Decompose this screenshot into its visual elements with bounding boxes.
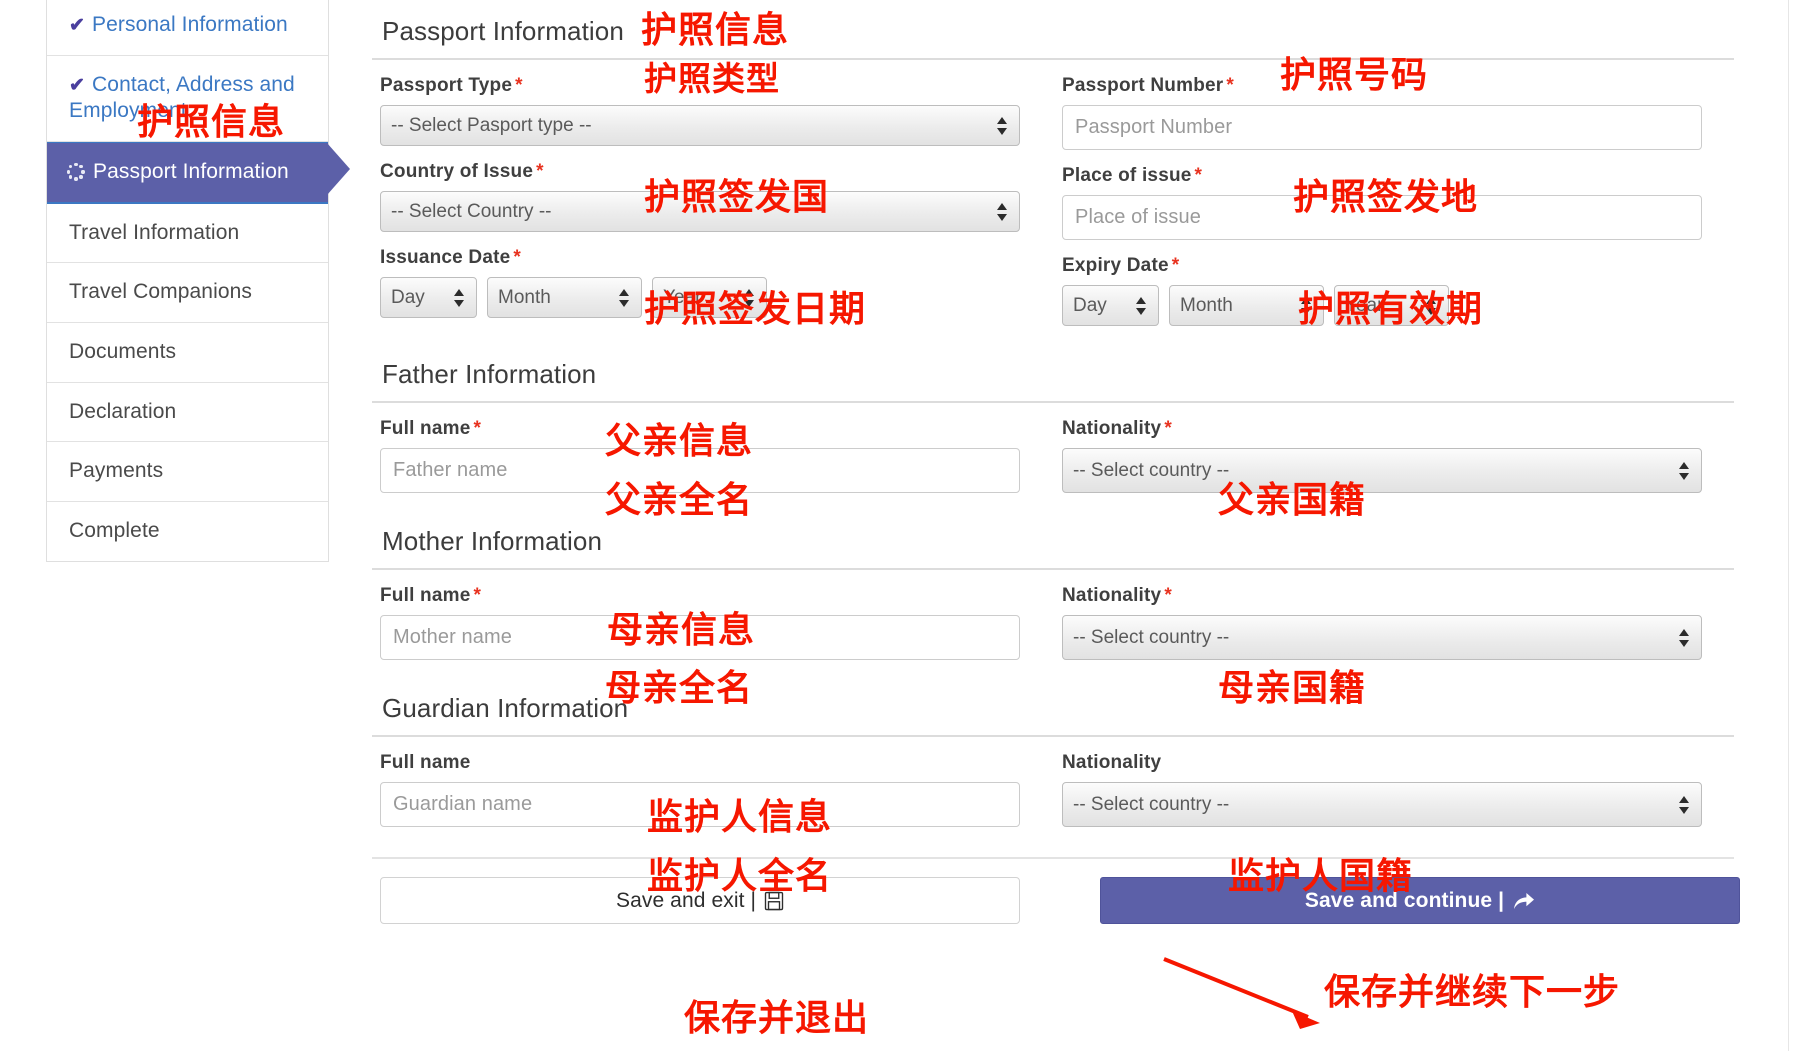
- share-arrow-icon: [1513, 891, 1535, 911]
- annotation-save-continue: 保存并继续下一步: [1324, 975, 1620, 1011]
- guardian-row: Full name Guardian name Nationality -- S…: [380, 737, 1740, 827]
- required-marker: *: [473, 418, 481, 439]
- annotation-expiry-date: 护照有效期: [1298, 292, 1483, 328]
- select-spinner-icon: [1679, 460, 1690, 482]
- wizard-sidebar: ✔Personal Information ✔Contact, Address …: [46, 0, 329, 562]
- placeholder-text: Place of issue: [1075, 206, 1201, 229]
- issuance-month-select[interactable]: Month: [487, 277, 642, 318]
- check-icon: ✔: [69, 75, 85, 96]
- sidebar-item-personal-information[interactable]: ✔ Personal Information: [47, 0, 328, 56]
- placeholder-text: Father name: [393, 459, 508, 482]
- expiry-day-select[interactable]: Day: [1062, 285, 1159, 326]
- select-spinner-icon: [997, 115, 1008, 137]
- check-icon: ✔: [69, 15, 85, 36]
- mother-row: Full name* Mother name Nationality* -- S…: [380, 570, 1740, 660]
- placeholder-text: Guardian name: [393, 793, 532, 816]
- sidebar-item-label: Declaration: [69, 400, 176, 423]
- form-actions: Save and exit | Save and continue |: [380, 859, 1740, 924]
- annotation-guardian-nationality: 监护人国籍: [1228, 859, 1413, 895]
- sidebar-item-travel-companions[interactable]: Travel Companions: [47, 263, 328, 323]
- guardian-nationality-field: Nationality -- Select country --: [1062, 737, 1702, 827]
- annotation-guardian-info: 监护人信息: [647, 800, 832, 836]
- mother-section-title: Mother Information: [380, 510, 1740, 568]
- guardian-section-title: Guardian Information: [380, 677, 1740, 735]
- passport-row-1: Passport Type* -- Select Pasport type --…: [380, 60, 1740, 326]
- father-nationality-label: Nationality*: [1062, 418, 1702, 440]
- annotation-passport-info-sidebar: 护照信息: [137, 105, 285, 141]
- annotation-save-exit: 保存并退出: [684, 1001, 869, 1037]
- annotation-place-of-issue: 护照签发地: [1293, 180, 1478, 216]
- sidebar-item-label: Documents: [69, 340, 176, 363]
- passport-type-value: -- Select Pasport type --: [391, 115, 592, 137]
- annotation-father-nationality: 父亲国籍: [1218, 483, 1366, 519]
- annotation-country-of-issue: 护照签发国: [644, 180, 829, 216]
- father-section-title: Father Information: [380, 343, 1740, 401]
- required-marker: *: [1226, 75, 1234, 96]
- annotation-passport-type: 护照类型: [644, 62, 780, 95]
- select-spinner-icon: [1136, 295, 1147, 317]
- annotation-passport-info: 护照信息: [641, 13, 789, 49]
- loading-spinner-icon: [67, 163, 85, 181]
- annotation-issuance-date: 护照签发日期: [644, 292, 866, 328]
- select-spinner-icon: [454, 287, 465, 309]
- sidebar-item-passport-information[interactable]: Passport Information: [47, 142, 328, 204]
- sidebar-item-payments[interactable]: Payments: [47, 442, 328, 502]
- issuance-day-select[interactable]: Day: [380, 277, 477, 318]
- required-marker: *: [515, 75, 523, 96]
- guardian-nationality-select[interactable]: -- Select country --: [1062, 782, 1702, 827]
- select-spinner-icon: [1679, 794, 1690, 816]
- annotation-father-name: 父亲全名: [605, 483, 753, 519]
- guardian-full-name-label: Full name: [380, 752, 1020, 774]
- passport-type-select[interactable]: -- Select Pasport type --: [380, 105, 1020, 146]
- required-marker: *: [536, 161, 544, 182]
- required-marker: *: [473, 585, 481, 606]
- sidebar-item-label: Complete: [69, 519, 160, 542]
- select-spinner-icon: [619, 287, 630, 309]
- annotation-mother-nationality: 母亲国籍: [1218, 671, 1366, 707]
- mother-nationality-field: Nationality* -- Select country --: [1062, 570, 1702, 660]
- sidebar-item-declaration[interactable]: Declaration: [47, 383, 328, 443]
- required-marker: *: [1195, 165, 1203, 186]
- sidebar-item-label: Passport Information: [93, 160, 289, 183]
- page-right-edge: [1788, 0, 1800, 1051]
- guardian-nationality-label: Nationality: [1062, 752, 1702, 774]
- passport-information-form: Passport Information Passport Type* -- S…: [380, 0, 1740, 924]
- sidebar-item-travel-information[interactable]: Travel Information: [47, 204, 328, 264]
- issuance-date-label: Issuance Date*: [380, 247, 1020, 269]
- sidebar-item-label: Travel Information: [69, 221, 239, 244]
- annotation-mother-info: 母亲信息: [607, 613, 755, 649]
- sidebar-item-label: Personal Information: [92, 13, 288, 36]
- required-marker: *: [1164, 418, 1172, 439]
- sidebar-item-complete[interactable]: Complete: [47, 502, 328, 561]
- active-step-pointer-icon: [327, 143, 350, 195]
- save-and-continue-button[interactable]: Save and continue |: [1100, 877, 1740, 924]
- placeholder-text: Passport Number: [1075, 116, 1232, 139]
- mother-nationality-label: Nationality*: [1062, 585, 1702, 607]
- annotation-mother-name: 母亲全名: [605, 671, 753, 707]
- father-nationality-field: Nationality* -- Select country --: [1062, 403, 1702, 493]
- father-row: Full name* Father name Nationality* -- S…: [380, 403, 1740, 493]
- annotation-guardian-name: 监护人全名: [647, 859, 832, 895]
- annotation-father-info: 父亲信息: [605, 424, 753, 460]
- select-spinner-icon: [997, 201, 1008, 223]
- placeholder-text: Mother name: [393, 626, 512, 649]
- passport-number-input[interactable]: Passport Number: [1062, 105, 1702, 150]
- passport-section-title: Passport Information: [380, 0, 1740, 58]
- mother-full-name-label: Full name*: [380, 585, 1020, 607]
- expiry-date-label: Expiry Date*: [1062, 255, 1702, 277]
- father-nationality-select[interactable]: -- Select country --: [1062, 448, 1702, 493]
- required-marker: *: [513, 247, 521, 268]
- required-marker: *: [1164, 585, 1172, 606]
- sidebar-item-documents[interactable]: Documents: [47, 323, 328, 383]
- mother-nationality-select[interactable]: -- Select country --: [1062, 615, 1702, 660]
- select-spinner-icon: [1679, 627, 1690, 649]
- country-of-issue-value: -- Select Country --: [391, 201, 551, 223]
- annotation-passport-number: 护照号码: [1280, 58, 1428, 94]
- required-marker: *: [1172, 255, 1180, 276]
- sidebar-item-label: Payments: [69, 459, 163, 482]
- sidebar-item-label: Travel Companions: [69, 280, 252, 303]
